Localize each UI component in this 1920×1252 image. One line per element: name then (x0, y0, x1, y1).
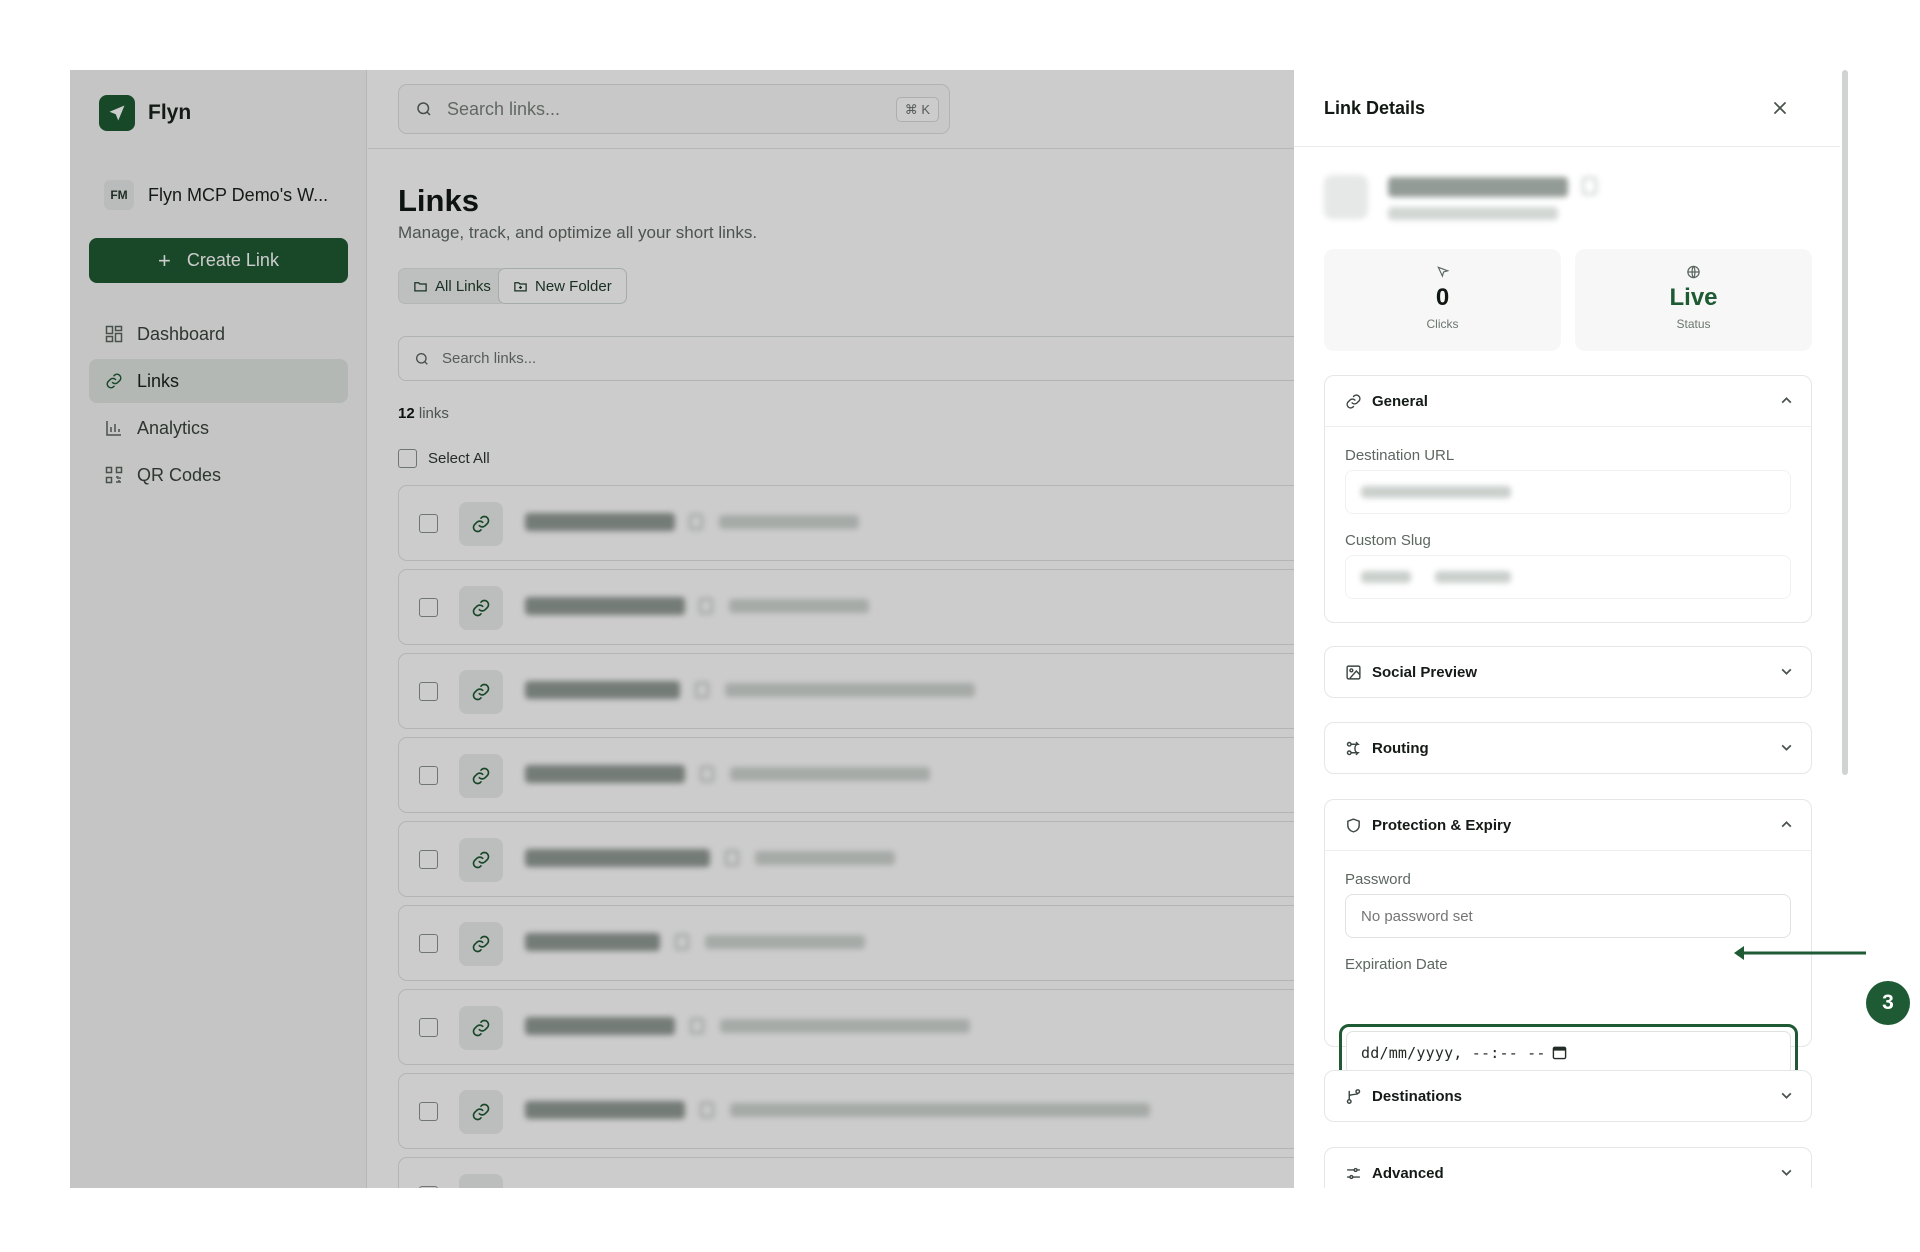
link-icon (1346, 393, 1361, 409)
chevron-down-icon (1781, 668, 1792, 675)
expiration-date-value: dd/mm/yyyy, --:-- -- (1361, 1044, 1546, 1062)
destinations-header[interactable]: Destinations (1325, 1071, 1811, 1121)
clicks-label: Clicks (1426, 317, 1459, 331)
routing-title: Routing (1372, 739, 1429, 757)
calendar-icon[interactable] (1552, 1045, 1567, 1060)
step-callout-badge: 3 (1866, 981, 1910, 1025)
advanced-title: Advanced (1372, 1164, 1444, 1182)
panel-header: Link Details (1294, 70, 1840, 147)
app-frame: Flyn FM Flyn MCP Demo's W... + Create Li… (70, 70, 1862, 1188)
blurred-link-url (1388, 207, 1558, 220)
modal-backdrop[interactable] (70, 70, 1294, 1188)
destinations-section[interactable]: Destinations (1324, 1070, 1812, 1122)
advanced-section[interactable]: Advanced (1324, 1147, 1812, 1188)
general-section: General Destination URL Custom Slug (1324, 375, 1812, 623)
blurred-destination-url (1361, 486, 1511, 498)
destination-url-label: Destination URL (1345, 447, 1455, 464)
protection-expiry-title: Protection & Expiry (1372, 816, 1512, 834)
password-input[interactable] (1345, 894, 1791, 938)
status-value: Live (1669, 284, 1718, 311)
custom-slug-label: Custom Slug (1345, 532, 1431, 549)
globe-icon (1687, 265, 1700, 279)
status-stat: Live Status (1575, 249, 1812, 351)
routing-section[interactable]: Routing (1324, 722, 1812, 774)
general-section-body: Destination URL Custom Slug (1325, 426, 1811, 622)
clicks-value: 0 (1435, 284, 1450, 311)
advanced-header[interactable]: Advanced (1325, 1148, 1811, 1188)
chevron-down-icon (1781, 744, 1792, 751)
password-label: Password (1345, 871, 1411, 888)
sliders-icon (1347, 1167, 1360, 1179)
chevron-down-icon (1781, 1092, 1792, 1099)
protection-expiry-header[interactable]: Protection & Expiry (1325, 800, 1811, 850)
custom-slug-input[interactable] (1345, 555, 1791, 599)
social-preview-header[interactable]: Social Preview (1325, 647, 1811, 697)
callout-arrow-icon (1734, 946, 1866, 960)
scrollbar-thumb[interactable] (1842, 70, 1848, 775)
destination-url-input[interactable] (1345, 470, 1791, 514)
routing-icon (1346, 741, 1360, 755)
panel-scrollbar[interactable] (1840, 70, 1850, 775)
link-details-panel: Link Details 0 Clicks Live Status Genera… (1294, 70, 1862, 1188)
panel-title: Link Details (1324, 98, 1426, 118)
blurred-slug (1435, 571, 1511, 583)
chevron-down-icon (1781, 1169, 1792, 1176)
expiration-date-label: Expiration Date (1345, 956, 1448, 973)
cursor-icon (1436, 266, 1450, 278)
status-label: Status (1676, 317, 1711, 331)
chevron-up-icon (1781, 821, 1792, 828)
image-icon (1346, 664, 1361, 680)
general-title: General (1372, 392, 1428, 410)
expiration-date-input[interactable]: dd/mm/yyyy, --:-- -- (1346, 1031, 1791, 1075)
clicks-stat: 0 Clicks (1324, 249, 1561, 351)
blurred-link-name (1388, 177, 1568, 197)
social-preview-section[interactable]: Social Preview (1324, 646, 1812, 698)
copy-icon[interactable] (1582, 177, 1597, 195)
split-icon (1346, 1088, 1361, 1104)
chevron-up-icon (1781, 397, 1792, 404)
social-preview-title: Social Preview (1372, 663, 1478, 681)
protection-expiry-section: Protection & Expiry Password Expiration … (1324, 799, 1812, 1082)
destinations-title: Destinations (1372, 1087, 1463, 1105)
favicon-icon (1324, 175, 1368, 219)
routing-header[interactable]: Routing (1325, 723, 1811, 773)
general-section-header[interactable]: General (1325, 376, 1811, 426)
blurred-domain (1361, 571, 1411, 583)
close-icon (1774, 102, 1786, 114)
shield-icon (1347, 817, 1360, 833)
links-page: Flyn FM Flyn MCP Demo's W... + Create Li… (70, 70, 1328, 1188)
close-button[interactable] (1768, 96, 1792, 120)
